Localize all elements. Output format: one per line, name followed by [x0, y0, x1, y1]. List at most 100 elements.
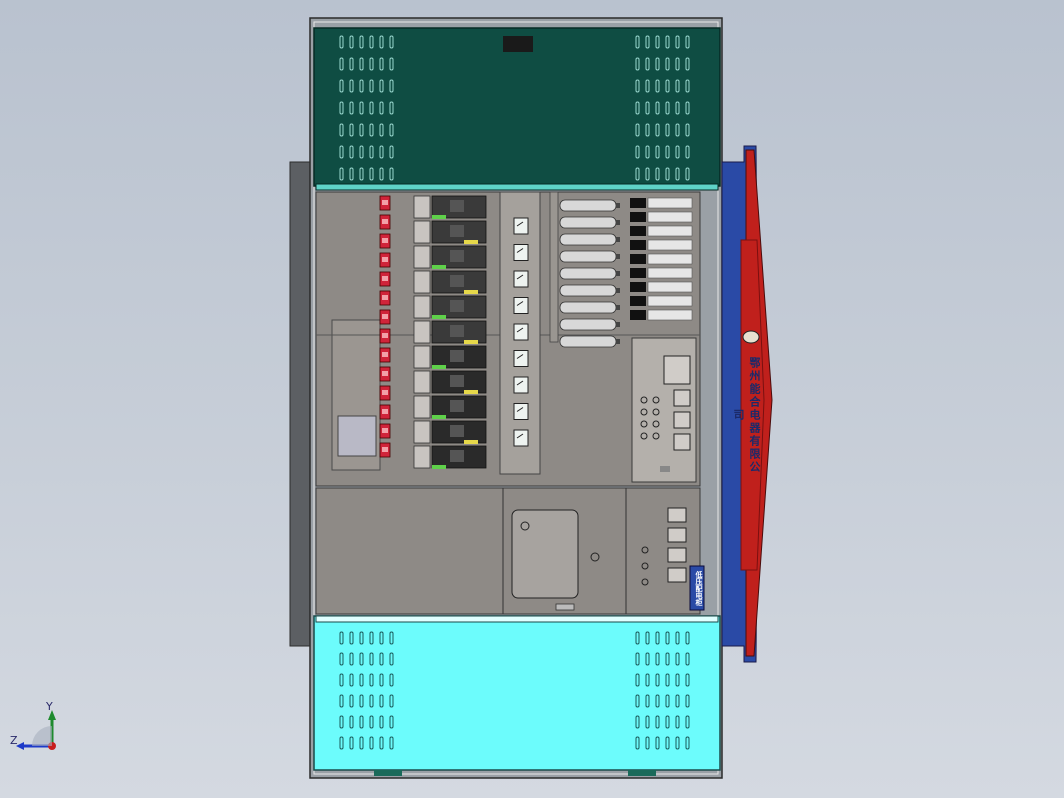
panel-meter: [513, 244, 529, 261]
relay: [630, 212, 646, 222]
panel-meter: [513, 429, 529, 447]
relay-terminal-strip: [647, 267, 693, 279]
status-indicator-yellow: [464, 440, 478, 444]
fuse-holder-window: [382, 333, 388, 338]
circuit-breaker: [413, 445, 431, 469]
contactor-face: [450, 375, 464, 387]
fuse-holder-window: [382, 409, 388, 414]
controller-latch: [660, 466, 670, 472]
base-foot: [628, 770, 656, 776]
capacitor-terminal: [616, 339, 620, 344]
status-indicator-green: [432, 265, 446, 269]
relay: [630, 296, 646, 306]
triad-y-label: Y: [46, 700, 53, 713]
controller-indicator: [673, 389, 691, 407]
circuit-breaker: [413, 245, 431, 269]
lower-switch: [667, 527, 687, 543]
fuse-holder-window: [382, 200, 388, 205]
triad-z-label: Z: [10, 734, 18, 747]
cabinet-drawing: [289, 17, 773, 779]
capacitor: [559, 250, 617, 263]
circuit-breaker: [413, 370, 431, 394]
relay-terminal-strip: [647, 211, 693, 223]
fuse-holder-window: [382, 447, 388, 452]
circuit-breaker: [413, 195, 431, 219]
relay: [630, 226, 646, 236]
fuse-holder-window: [382, 276, 388, 281]
panel-meter: [513, 217, 529, 235]
status-indicator-yellow: [464, 290, 478, 294]
relay: [630, 254, 646, 264]
relay: [630, 282, 646, 292]
status-indicator-green: [432, 465, 446, 469]
panel-meter: [513, 403, 529, 420]
status-indicator-green: [432, 315, 446, 319]
fuse-holder-window: [382, 219, 388, 224]
relay: [630, 268, 646, 278]
signboard-company-text: 鄂州能合电器有限公司: [732, 356, 761, 474]
top-door-handle: [503, 36, 533, 52]
capacitor: [559, 318, 617, 331]
contactor-face: [450, 350, 464, 362]
status-indicator-yellow: [464, 390, 478, 394]
contactor-face: [450, 400, 464, 412]
relay: [630, 198, 646, 208]
controller-indicator: [673, 433, 691, 451]
contactor-face: [450, 325, 464, 337]
status-indicator-green: [432, 365, 446, 369]
orientation-triad[interactable]: [8, 700, 68, 756]
relay-terminal-strip: [647, 239, 693, 251]
capacitor-terminal: [616, 305, 620, 310]
fuse-holder-window: [382, 295, 388, 300]
signboard-logo: [742, 330, 760, 344]
capacitor: [559, 284, 617, 297]
capacitor-terminal: [616, 220, 620, 225]
status-indicator-green: [432, 415, 446, 419]
nameplate-tag-text: 低压配电柜: [695, 570, 703, 606]
capacitor: [559, 233, 617, 246]
fuse-holder-window: [382, 238, 388, 243]
contactor-face: [450, 200, 464, 212]
lower-switch: [667, 547, 687, 563]
relay-terminal-strip: [647, 281, 693, 293]
capacitor: [559, 216, 617, 229]
controller-display: [663, 355, 691, 385]
capacitor-terminal: [616, 322, 620, 327]
triad-plane: [32, 726, 52, 746]
capacitor-terminal: [616, 288, 620, 293]
capacitor-terminal: [616, 203, 620, 208]
relay-terminal-strip: [647, 295, 693, 307]
capacitor: [559, 267, 617, 280]
capacitor-terminal: [616, 271, 620, 276]
circuit-breaker: [413, 220, 431, 244]
relay-terminal-strip: [647, 253, 693, 265]
fuse-holder-window: [382, 257, 388, 262]
capacitor: [559, 301, 617, 314]
panel-meter: [513, 297, 529, 314]
contactor-face: [450, 300, 464, 312]
status-indicator-yellow: [464, 340, 478, 344]
cad-viewport[interactable]: 鄂州能合电器有限公司 低压配电柜 Y Z: [0, 0, 1064, 798]
circuit-breaker: [413, 295, 431, 319]
contactor-face: [450, 225, 464, 237]
relay-terminal-strip: [647, 197, 693, 209]
panel-meter: [513, 376, 529, 394]
lower-switch: [667, 567, 687, 583]
circuit-breaker: [413, 420, 431, 444]
circuit-breaker: [413, 320, 431, 344]
base-foot: [374, 770, 402, 776]
bottom-door-upper-edge: [315, 615, 719, 623]
cable-gland: [555, 603, 575, 611]
circuit-breaker: [413, 395, 431, 419]
contactor-face: [450, 275, 464, 287]
panel-meter: [513, 350, 529, 367]
capacitor-terminal: [616, 237, 620, 242]
contactor-face: [450, 425, 464, 437]
fuse-holder-window: [382, 390, 388, 395]
contactor-face: [450, 450, 464, 462]
fuse-holder-window: [382, 371, 388, 376]
status-indicator-green: [432, 215, 446, 219]
relay: [630, 240, 646, 250]
controller-indicator: [673, 411, 691, 429]
capacitor-rail: [549, 191, 559, 343]
